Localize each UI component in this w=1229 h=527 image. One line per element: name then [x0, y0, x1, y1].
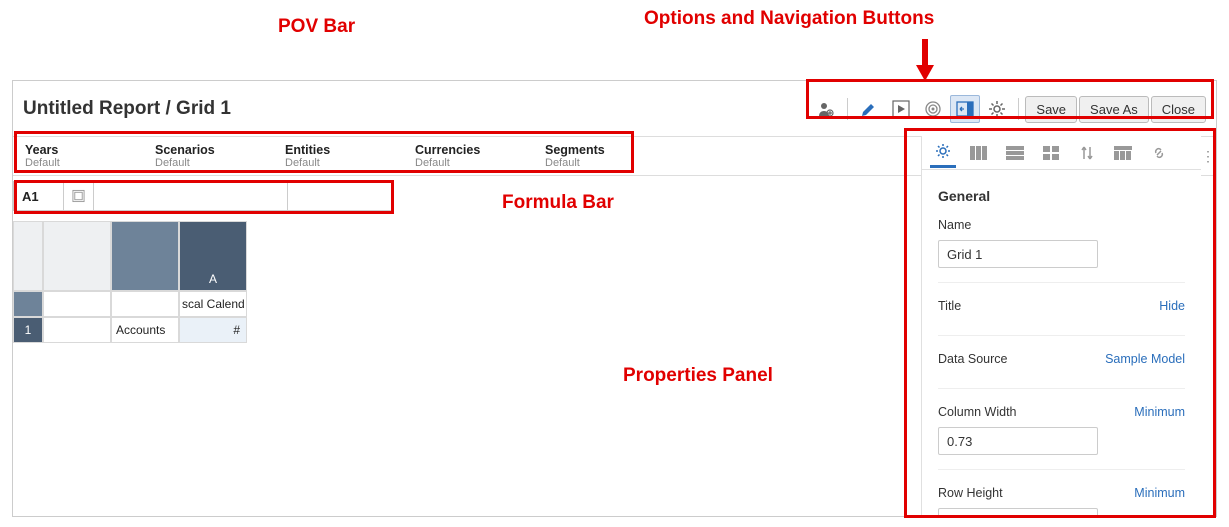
tab-sort-icon[interactable]	[1074, 140, 1100, 166]
target-icon[interactable]	[918, 95, 948, 123]
pov-label: Currencies	[415, 143, 533, 157]
tab-columns-icon[interactable]	[966, 140, 992, 166]
properties-panel: General Name Title Hide Data Source Samp…	[921, 136, 1201, 516]
pov-sub: Default	[545, 157, 663, 169]
data-source-link[interactable]: Sample Model	[1105, 352, 1185, 366]
formula-bar: A1	[13, 181, 393, 211]
pov-label: Years	[25, 143, 143, 157]
pov-item-currencies[interactable]: Currencies Default	[409, 137, 539, 175]
row-height-input[interactable]	[938, 508, 1098, 516]
panel-toggle-icon[interactable]	[950, 95, 980, 123]
save-as-button[interactable]: Save As	[1079, 96, 1149, 123]
annotation-pov-bar: POV Bar	[278, 16, 355, 38]
pov-sub: Default	[25, 157, 143, 169]
play-icon[interactable]	[886, 95, 916, 123]
pov-label: Entities	[285, 143, 403, 157]
gear-icon[interactable]	[982, 95, 1012, 123]
row-height-link[interactable]: Minimum	[1134, 486, 1185, 500]
page-title: Untitled Report / Grid 1	[23, 98, 231, 120]
name-input[interactable]	[938, 240, 1098, 268]
pov-label: Scenarios	[155, 143, 273, 157]
grip-icon[interactable]: ⋮	[1200, 137, 1216, 175]
column-width-label: Column Width	[938, 405, 1017, 419]
pov-item-scenarios[interactable]: Scenarios Default	[149, 137, 279, 175]
annotation-nav-buttons: Options and Navigation Buttons	[644, 8, 934, 30]
row-header-1[interactable]: 1	[13, 317, 43, 343]
properties-tabs	[922, 136, 1201, 170]
pov-item-years[interactable]: Years Default	[19, 137, 149, 175]
user-icon[interactable]	[811, 95, 841, 123]
report-editor: Untitled Report / Grid 1 Save S	[12, 80, 1217, 517]
formula-input[interactable]	[102, 182, 279, 210]
pov-sub: Default	[415, 157, 533, 169]
save-button[interactable]: Save	[1025, 96, 1077, 123]
tab-grid-icon[interactable]	[1038, 140, 1064, 166]
column-width-link[interactable]: Minimum	[1134, 405, 1185, 419]
grid-cell[interactable]: #	[179, 317, 247, 343]
close-button[interactable]: Close	[1151, 96, 1206, 123]
column-width-input[interactable]	[938, 427, 1098, 455]
select-grid-icon[interactable]	[64, 182, 94, 210]
tab-link-icon[interactable]	[1146, 140, 1172, 166]
pov-sub: Default	[285, 157, 403, 169]
tab-rows-icon[interactable]	[1002, 140, 1028, 166]
column-header-a[interactable]: A	[179, 221, 247, 291]
formula-input-2[interactable]	[296, 182, 384, 210]
title-label: Title	[938, 299, 961, 313]
grid-cell[interactable]: scal Calend	[179, 291, 247, 317]
pov-item-segments[interactable]: Segments Default	[539, 137, 669, 175]
toolbar: Save Save As Close	[811, 95, 1206, 123]
pov-sub: Default	[155, 157, 273, 169]
data-source-label: Data Source	[938, 352, 1007, 366]
pov-label: Segments	[545, 143, 663, 157]
tab-layout-icon[interactable]	[1110, 140, 1136, 166]
cell-reference[interactable]: A1	[14, 182, 64, 210]
grid-cell[interactable]: Accounts	[111, 317, 179, 343]
properties-section-title: General	[938, 188, 1185, 204]
row-height-label: Row Height	[938, 486, 1003, 500]
pencil-icon[interactable]	[854, 95, 884, 123]
grid-designer: A scal Calend 1 Accounts #	[13, 221, 248, 343]
tab-general-icon[interactable]	[930, 138, 956, 168]
name-label: Name	[938, 218, 1185, 232]
pov-item-entities[interactable]: Entities Default	[279, 137, 409, 175]
title-hide-link[interactable]: Hide	[1159, 299, 1185, 313]
